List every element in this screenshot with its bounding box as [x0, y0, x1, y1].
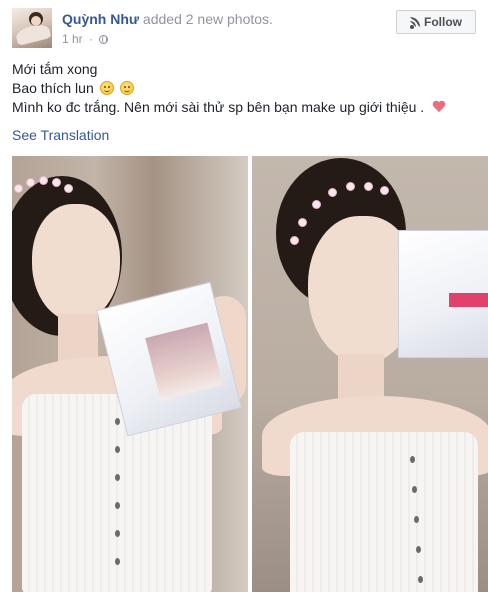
post-photo-2[interactable]: [252, 156, 488, 592]
rss-icon: [410, 17, 420, 29]
post-title-line: Quỳnh Như added 2 new photos.: [62, 11, 273, 27]
post-message-line: Mình ko đc trắng. Nên mới sài thử sp bên…: [12, 98, 476, 117]
post-meta: 1 hr ·: [62, 32, 109, 46]
dress-button: [115, 418, 120, 425]
flower-headband: [64, 184, 73, 193]
heart-icon: [432, 101, 446, 114]
flower-headband: [364, 182, 373, 191]
follow-button-label: Follow: [424, 15, 462, 29]
post-message-line: Mới tắm xong: [12, 60, 476, 79]
dress-button: [410, 456, 415, 463]
dress-button: [115, 502, 120, 509]
smile-icon: [99, 81, 114, 95]
dress-button: [414, 516, 419, 523]
post-action-text: added 2 new photos.: [142, 11, 273, 27]
dress-button: [412, 486, 417, 493]
globe-icon[interactable]: [99, 35, 109, 44]
see-translation-link[interactable]: See Translation: [12, 127, 109, 143]
dress-button: [115, 474, 120, 481]
flower-headband: [26, 178, 35, 187]
flower-headband: [298, 218, 307, 227]
photo-product-box: [398, 230, 488, 358]
flower-headband: [14, 184, 23, 193]
post-message: Mới tắm xong Bao thích lun Mình ko đc tr…: [12, 60, 476, 117]
post-header: Quỳnh Như added 2 new photos. 1 hr · Fol…: [12, 8, 480, 52]
post-photo-1[interactable]: [12, 156, 248, 592]
message-line-text: Bao thích lun: [12, 80, 94, 96]
product-box-image: [145, 322, 223, 401]
photo-dress: [290, 432, 478, 592]
message-line-text: Mới tắm xong: [12, 61, 98, 77]
flower-headband: [52, 178, 61, 187]
flower-headband: [290, 236, 299, 245]
flower-headband: [39, 176, 48, 185]
feed-post: Quỳnh Như added 2 new photos. 1 hr · Fol…: [0, 0, 488, 592]
photo-face: [32, 204, 120, 322]
message-line-text: Mình ko đc trắng. Nên mới sài thử sp bên…: [12, 99, 425, 115]
follow-button[interactable]: Follow: [396, 10, 476, 34]
flower-headband: [312, 200, 321, 209]
dress-button: [115, 530, 120, 537]
post-message-line: Bao thích lun: [12, 79, 476, 98]
avatar-figure-face: [31, 16, 41, 26]
dress-button: [115, 558, 120, 565]
author-avatar[interactable]: [12, 8, 52, 48]
flower-headband: [346, 182, 355, 191]
flower-headband: [380, 186, 389, 195]
dress-button: [115, 446, 120, 453]
post-timestamp-link[interactable]: 1 hr: [62, 32, 83, 46]
dress-button: [416, 546, 421, 553]
flower-headband: [328, 188, 337, 197]
product-box-label: [449, 293, 488, 307]
smile-icon: [119, 81, 134, 95]
author-name-link[interactable]: Quỳnh Như: [62, 11, 139, 27]
dress-button: [418, 576, 423, 583]
meta-separator: ·: [89, 32, 94, 46]
